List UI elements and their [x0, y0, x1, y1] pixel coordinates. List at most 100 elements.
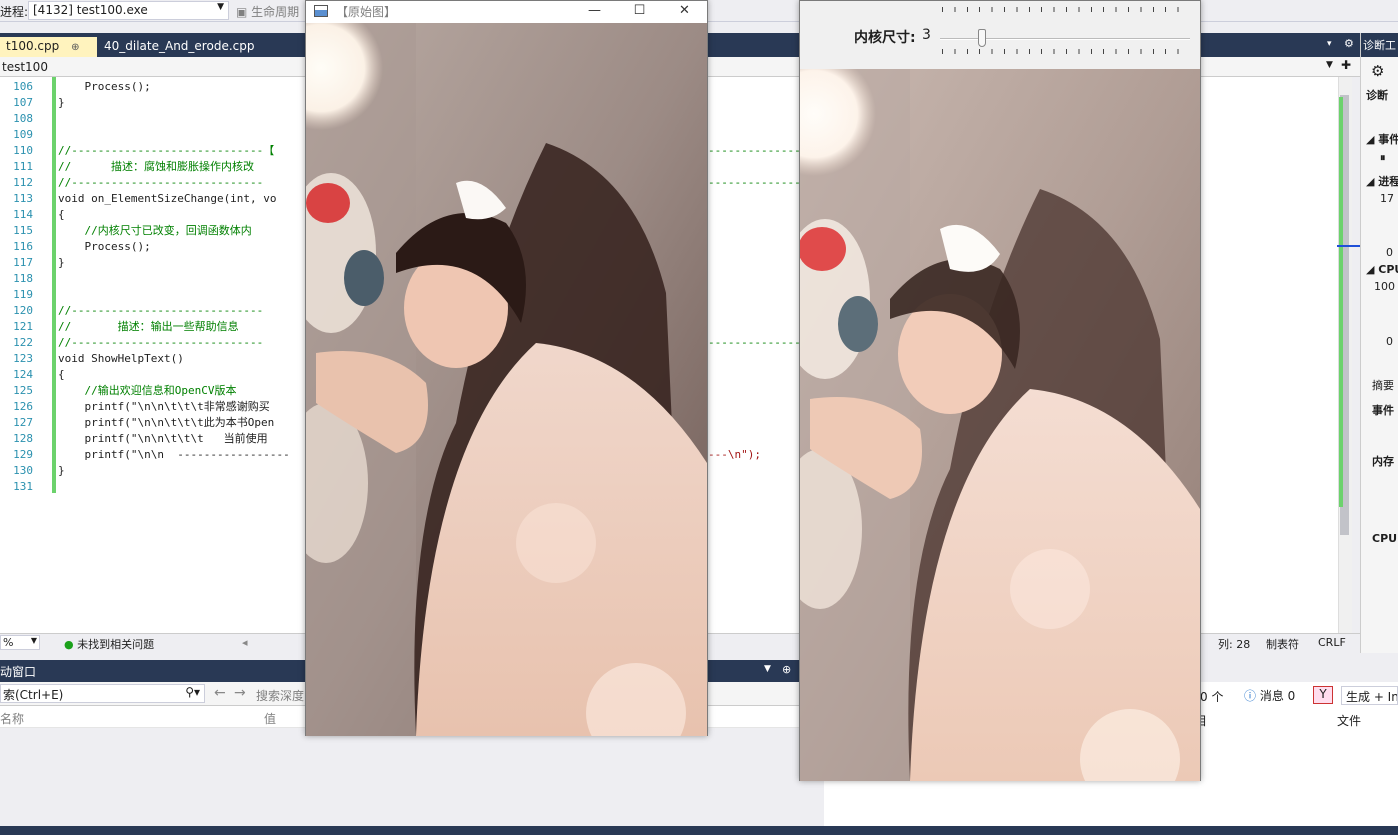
diag-events: ◢ 事件	[1366, 131, 1398, 147]
search-input[interactable]: 索(Ctrl+E) ⚲▾	[0, 684, 205, 703]
code-line: {	[58, 368, 65, 381]
diag-events-label: 事件	[1378, 133, 1398, 146]
indent-type[interactable]: 制表符	[1266, 636, 1299, 652]
line-number: 130	[13, 464, 33, 477]
line-number: 112	[13, 176, 33, 189]
filter-icon[interactable]: Y	[1313, 686, 1333, 704]
info-icon: ⓘ	[1244, 689, 1257, 703]
code-line: //-----------------------------	[58, 336, 264, 349]
tab-overflow-icon[interactable]: ▾	[1327, 39, 1332, 49]
diag-events-header: 事件	[1372, 404, 1394, 417]
zoom-dropdown[interactable]: % ▼	[0, 635, 40, 650]
tab-dilate-erode-cpp[interactable]: 40_dilate_And_erode.cpp ▪	[98, 37, 264, 67]
result-image-window[interactable]: 内核尺寸: 3	[799, 0, 1201, 781]
check-icon: ●	[64, 638, 74, 651]
line-number: 117	[13, 256, 33, 269]
gear-icon[interactable]: ⚙	[1371, 62, 1384, 80]
line-number: 115	[13, 224, 33, 237]
errors-filter[interactable]: 0 个	[1200, 688, 1223, 705]
code-line: //内核尺寸已改变，回调函数体内	[58, 224, 252, 237]
kernel-size-slider-thumb[interactable]	[978, 29, 986, 47]
kernel-size-value: 3	[922, 27, 931, 43]
diag-value: 17	[1380, 192, 1394, 205]
search-placeholder: 索(Ctrl+E)	[3, 688, 64, 702]
line-number: 109	[13, 128, 33, 141]
code-line: //-----------------------------	[58, 304, 264, 317]
column-header-file[interactable]: 文件	[1337, 712, 1361, 729]
line-number: 126	[13, 400, 33, 413]
line-number: 113	[13, 192, 33, 205]
column-header-name[interactable]: 名称	[0, 710, 24, 727]
code-line: }	[58, 96, 65, 109]
lifecycle-label: 生命周期	[251, 5, 300, 19]
search-icon[interactable]: ⚲▾	[185, 685, 200, 699]
trackbar-panel: 内核尺寸: 3	[800, 1, 1200, 69]
code-line: printf("\n\n\t\t\t 当前使用	[58, 432, 268, 445]
trackbar-ticks	[942, 49, 1190, 54]
back-arrow-icon[interactable]: ←	[214, 685, 226, 701]
original-image-window[interactable]: 【原始图】 — ☐ ✕	[305, 0, 708, 736]
window-titlebar[interactable]: 【原始图】 — ☐ ✕	[306, 1, 707, 23]
pin-icon[interactable]: ⊕	[71, 42, 79, 53]
chevron-down-icon[interactable]: ▼	[764, 664, 771, 674]
line-number: 116	[13, 240, 33, 253]
pause-icon[interactable]: ⏸	[1380, 151, 1386, 165]
column-header-value[interactable]: 值	[264, 710, 276, 727]
line-ending[interactable]: CRLF	[1318, 636, 1346, 649]
code-line: Process();	[58, 240, 151, 253]
code-line: {	[58, 208, 65, 221]
window-app-icon	[314, 5, 328, 17]
process-dropdown[interactable]: [4132] test100.exe ▼	[28, 1, 229, 20]
diag-title: 诊断工	[1361, 33, 1398, 57]
diag-tab-summary[interactable]: 摘要	[1372, 377, 1394, 393]
original-photo	[306, 23, 707, 736]
messages-filter[interactable]: ⓘ 消息 0	[1244, 687, 1295, 704]
bottom-tool-tabs[interactable]	[0, 826, 1398, 835]
line-number: 127	[13, 416, 33, 429]
line-number: 106	[13, 80, 33, 93]
code-line: printf("\n\n -----------------	[58, 448, 290, 461]
issues-status[interactable]: ● 未找到相关问题	[64, 636, 154, 652]
line-number: 121	[13, 320, 33, 333]
eroded-dilated-photo	[800, 69, 1200, 781]
chevron-down-icon: ▼	[30, 636, 37, 645]
forward-arrow-icon[interactable]: →	[234, 685, 246, 701]
scrollbar-change-marker	[1339, 97, 1343, 507]
diag-process-label: 进程	[1378, 175, 1398, 188]
tab-label: 40_dilate_And_erode.cpp	[104, 39, 255, 53]
line-number: 123	[13, 352, 33, 365]
diag-memory-header: 内存	[1372, 455, 1394, 468]
gear-icon[interactable]: ⚙	[1344, 37, 1354, 50]
zoom-value: %	[3, 636, 14, 649]
diag-process: ◢ 进程	[1366, 173, 1398, 189]
tab-test100-cpp[interactable]: t100.cpp ⊕ ✕	[0, 37, 97, 67]
lifecycle-events-button[interactable]: ▣ 生命周期	[236, 3, 299, 20]
maximize-button[interactable]: ☐	[617, 1, 662, 23]
diag-value: 100	[1374, 280, 1395, 293]
line-number: 120	[13, 304, 33, 317]
pin-icon[interactable]: ⊕	[782, 663, 791, 676]
code-line: printf("\n\n\t\t\t此为本书Open	[58, 416, 275, 429]
code-line: void ShowHelpText()	[58, 352, 184, 365]
chevron-down-icon[interactable]: ▼	[1326, 60, 1333, 70]
scroll-left-icon[interactable]: ◂	[242, 636, 248, 649]
code-line: void on_ElementSizeChange(int, vo	[58, 192, 277, 205]
code-line: //-----------------------------	[58, 176, 264, 189]
split-icon[interactable]: ✚	[1341, 58, 1351, 72]
code-line: //-----------------------------【	[58, 144, 275, 157]
close-button[interactable]: ✕	[662, 1, 707, 23]
code-line: printf("\n\n\t\t\t非常感谢购买	[58, 400, 270, 413]
code-line: }	[58, 464, 65, 477]
process-value: [4132] test100.exe	[33, 3, 148, 17]
build-filter-dropdown[interactable]: 生成 + In	[1341, 686, 1398, 705]
diag-cpu-header: CPU	[1372, 532, 1398, 545]
issues-text: 未找到相关问题	[77, 638, 155, 651]
project-selector[interactable]: test100	[2, 60, 48, 74]
line-number: 122	[13, 336, 33, 349]
line-number: 125	[13, 384, 33, 397]
line-number: 118	[13, 272, 33, 285]
minimize-button[interactable]: —	[572, 1, 617, 23]
line-number: 131	[13, 480, 33, 493]
window-title: 【原始图】	[336, 5, 397, 19]
trackbar-ticks-top	[942, 7, 1190, 12]
